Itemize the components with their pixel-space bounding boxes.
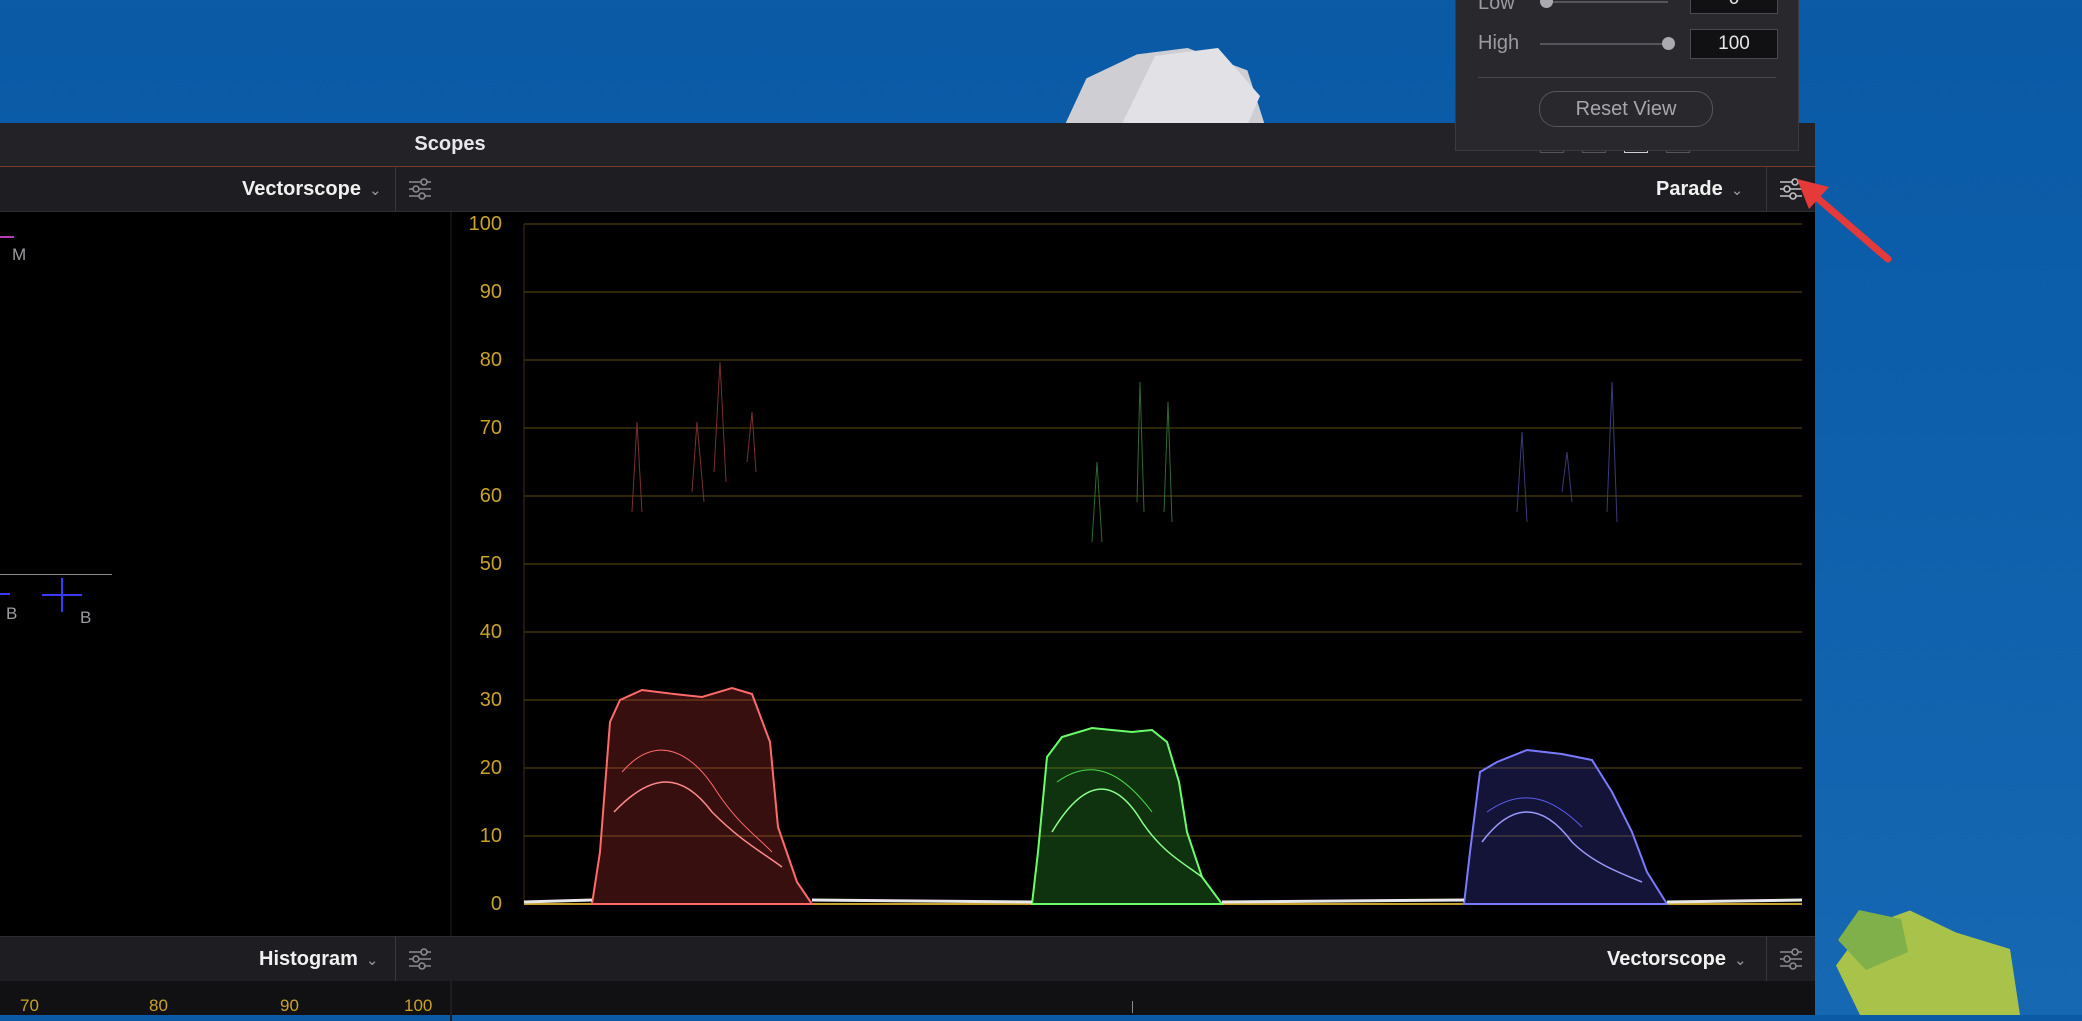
- bottom-toolbar: Histogram ⌄ Vectorscope ⌄: [0, 936, 1815, 981]
- histogram-x-label-100: 100: [404, 996, 433, 1015]
- sliders-icon: [409, 178, 431, 200]
- bottom-left-scope-dropdown[interactable]: Histogram ⌄: [259, 948, 378, 971]
- chevron-down-icon: ⌄: [368, 182, 382, 199]
- low-value-field[interactable]: 0: [1690, 0, 1778, 14]
- histogram-x-label-70: 70: [20, 996, 39, 1015]
- parade-waveform: [523, 223, 1803, 905]
- sliders-icon: [1780, 948, 1802, 970]
- magenta-target-marker: [0, 236, 14, 238]
- bottom-right-settings-button[interactable]: [1766, 937, 1815, 981]
- high-value-field[interactable]: 100: [1690, 29, 1778, 59]
- parade-display: 100 90 80 70 60 50 40 30 20 10 0: [452, 212, 1815, 936]
- bottom-right-scope-label: Vectorscope: [1607, 948, 1726, 970]
- background-tree: [1836, 910, 2020, 1015]
- high-slider-track[interactable]: [1540, 43, 1668, 45]
- window-title: Scopes: [414, 133, 486, 155]
- vectorscope-display: M B B: [0, 212, 450, 936]
- bottom-pane-divider: [450, 981, 452, 1021]
- popup-separator: [1478, 77, 1776, 78]
- blue-target-label-1: B: [6, 604, 18, 623]
- magenta-target-label: M: [12, 245, 27, 264]
- blue-target-marker-1: [0, 593, 10, 595]
- chevron-down-icon: ⌄: [365, 952, 379, 969]
- top-right-scope-dropdown[interactable]: Parade ⌄: [1656, 178, 1743, 201]
- low-slider-knob[interactable]: [1540, 0, 1553, 8]
- bottom-vectorscope-tick: [1132, 1001, 1133, 1013]
- parade-settings-popup: Low 0 High 100 Reset View: [1455, 0, 1799, 151]
- top-left-settings-button[interactable]: [395, 167, 444, 211]
- pointer-arrow-icon: [1797, 179, 1892, 263]
- sliders-icon: [409, 948, 431, 970]
- histogram-x-label-90: 90: [280, 996, 299, 1015]
- vectorscope-axis-line: [0, 574, 112, 575]
- high-label: High: [1478, 32, 1520, 54]
- low-label: Low: [1478, 0, 1515, 14]
- chevron-down-icon: ⌄: [1733, 952, 1747, 969]
- reset-view-button[interactable]: Reset View: [1539, 91, 1713, 127]
- bottom-right-scope-dropdown[interactable]: Vectorscope ⌄: [1607, 948, 1747, 971]
- high-slider-knob[interactable]: [1662, 37, 1675, 50]
- top-left-scope-dropdown[interactable]: Vectorscope ⌄: [242, 178, 382, 201]
- top-right-scope-label: Parade: [1656, 178, 1723, 200]
- histogram-x-label-80: 80: [149, 996, 168, 1015]
- low-slider-track[interactable]: [1540, 1, 1668, 3]
- scopes-window: Scopes Vectorscope ⌄ Parade ⌄ M B B 100 90…: [0, 123, 1815, 1021]
- blue-target-label-2: B: [80, 608, 92, 627]
- chevron-down-icon: ⌄: [1730, 182, 1744, 199]
- top-left-scope-label: Vectorscope: [242, 178, 361, 200]
- bottom-left-settings-button[interactable]: [395, 937, 444, 981]
- top-toolbar: Vectorscope ⌄ Parade ⌄: [0, 167, 1815, 212]
- blue-target-cross-v: [61, 578, 63, 612]
- bottom-left-scope-label: Histogram: [259, 948, 358, 970]
